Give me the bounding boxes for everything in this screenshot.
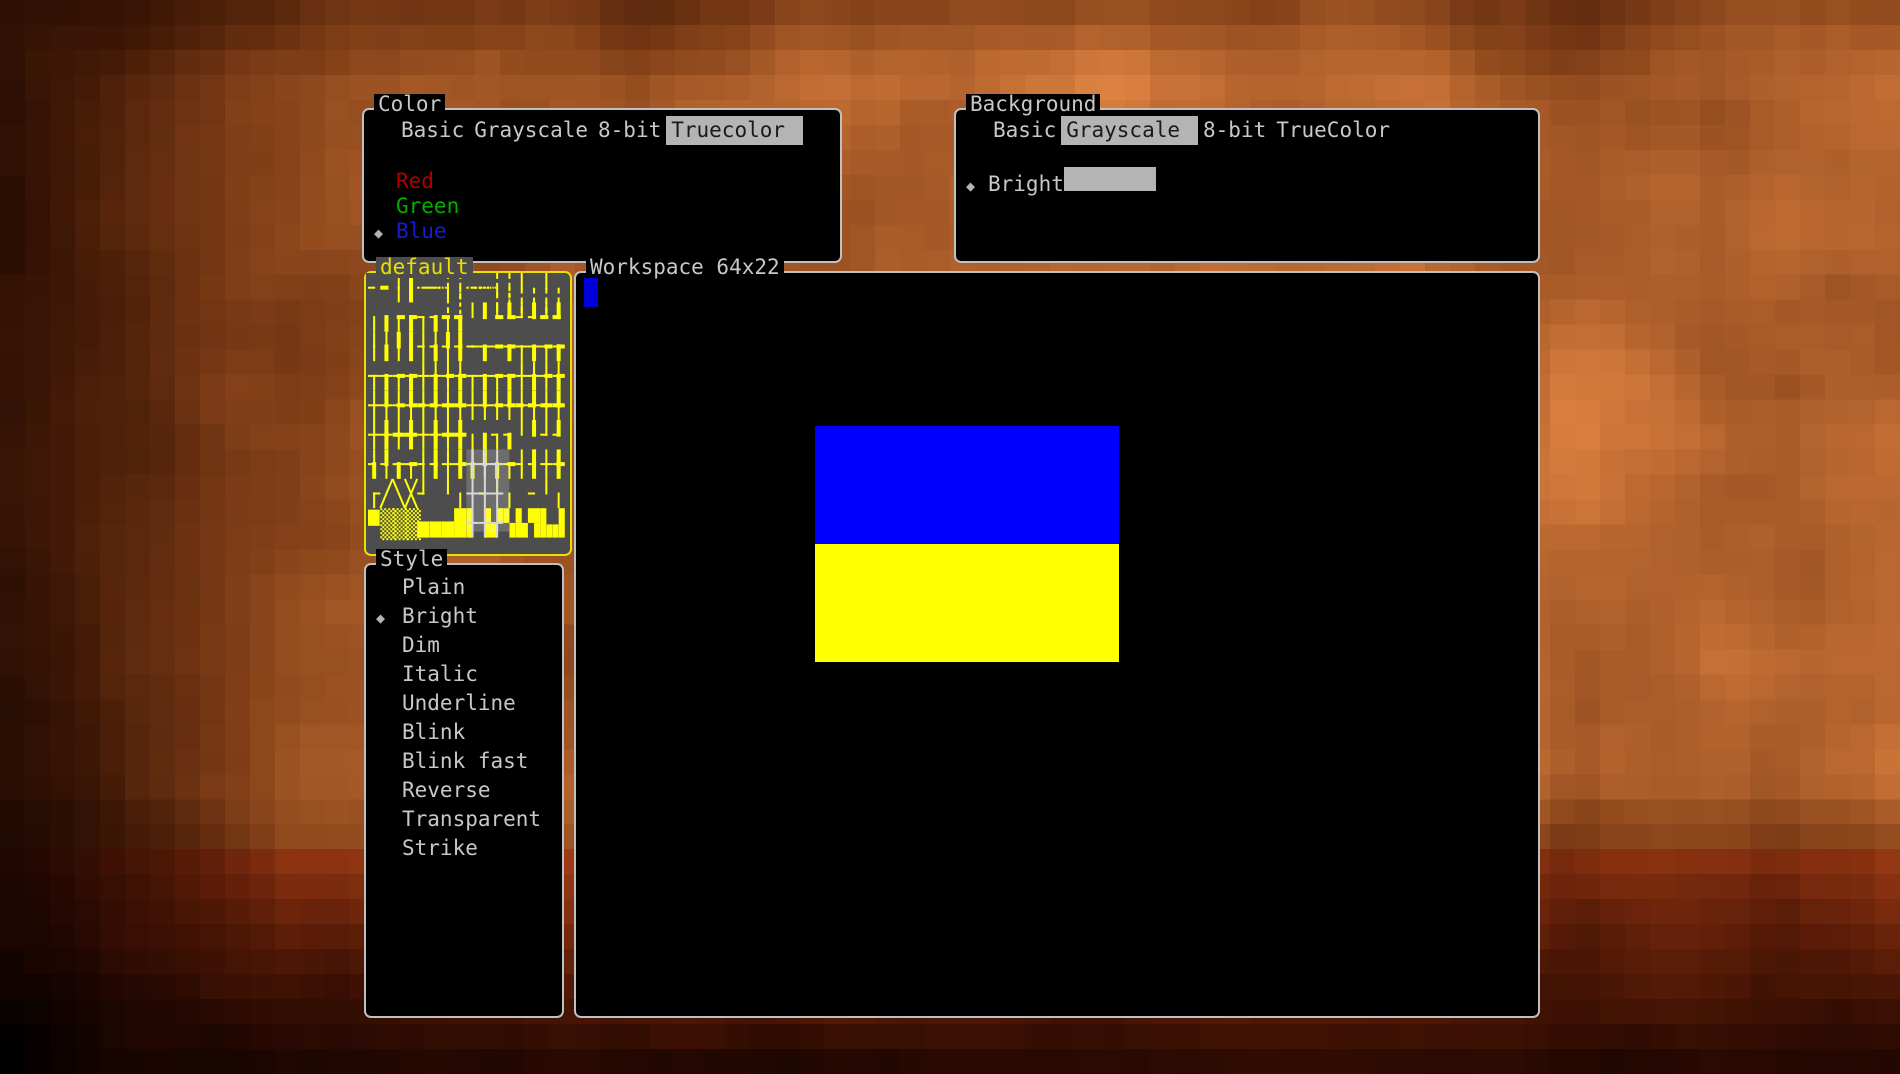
background-color-swatch[interactable] <box>1063 167 1156 191</box>
color-panel-title: Color <box>374 94 446 115</box>
workspace-canvas[interactable] <box>578 275 1536 1014</box>
background-mode-basic[interactable]: Basic <box>988 116 1061 145</box>
style-option-list: Plain ◆ Bright Dim Italic Underline Blink Blink… <box>376 573 552 863</box>
style-option-dim[interactable]: Dim <box>376 631 552 660</box>
color-mode-basic[interactable]: Basic <box>396 116 469 145</box>
tui-application: Color Basic Grayscale 8-bit Truecolor Re… <box>362 94 1540 1018</box>
color-panel: Color Basic Grayscale 8-bit Truecolor Re… <box>362 94 842 263</box>
color-option-green[interactable]: Green <box>374 192 830 218</box>
style-option-transparent[interactable]: Transparent <box>376 805 552 834</box>
style-option-label: Reverse <box>402 778 491 802</box>
style-option-italic[interactable]: Italic <box>376 660 552 689</box>
workspace-text-cursor <box>584 278 598 307</box>
color-mode-8bit[interactable]: 8-bit <box>593 116 666 145</box>
workspace-artwork-ukraine-flag[interactable] <box>815 425 1119 662</box>
workspace-panel[interactable]: Workspace 64x22 <box>574 257 1540 1018</box>
flag-stripe-0 <box>815 425 1119 544</box>
glyph-palette-grid[interactable] <box>366 273 566 549</box>
glyph-palette-panel[interactable]: default <box>364 257 572 556</box>
color-option-red[interactable]: Red <box>374 167 830 193</box>
color-mode-truecolor[interactable]: Truecolor <box>666 116 804 145</box>
style-option-label: Underline <box>402 691 516 715</box>
style-option-plain[interactable]: Plain <box>376 573 552 602</box>
background-mode-truecolor[interactable]: TrueColor <box>1271 116 1395 145</box>
background-option-bright[interactable]: ◆ Bright <box>966 167 1528 196</box>
style-panel-title: Style <box>376 549 448 570</box>
background-mode-selector[interactable]: Basic Grayscale 8-bit TrueColor <box>988 116 1528 145</box>
background-option-list: ◆ Bright <box>966 167 1528 196</box>
radio-selected-diamond-icon: ◆ <box>966 177 976 195</box>
background-mode-grayscale[interactable]: Grayscale <box>1061 116 1199 145</box>
color-option-blue-label: Blue <box>396 219 447 243</box>
flag-stripe-1 <box>815 543 1119 662</box>
background-option-bright-label: Bright <box>988 172 1064 196</box>
style-option-label: Plain <box>402 575 466 599</box>
style-option-bright[interactable]: ◆ Bright <box>376 602 552 631</box>
background-mode-8bit[interactable]: 8-bit <box>1198 116 1271 145</box>
style-option-label: Italic <box>402 662 478 686</box>
glyph-palette-title: default <box>376 257 473 278</box>
style-option-label: Strike <box>402 836 478 860</box>
style-option-label: Transparent <box>402 807 542 831</box>
color-mode-grayscale[interactable]: Grayscale <box>469 116 593 145</box>
color-mode-selector[interactable]: Basic Grayscale 8-bit Truecolor <box>396 116 830 145</box>
style-option-strike[interactable]: Strike <box>376 834 552 863</box>
style-option-label: Blink <box>402 720 466 744</box>
style-option-label: Blink fast <box>402 749 529 773</box>
style-option-blink[interactable]: Blink <box>376 718 552 747</box>
background-panel-title: Background <box>966 94 1101 115</box>
color-option-blue[interactable]: ◆ Blue <box>374 217 830 243</box>
radio-selected-diamond-icon: ◆ <box>376 609 386 627</box>
style-option-blink-fast[interactable]: Blink fast <box>376 747 552 776</box>
style-option-label: Dim <box>402 633 440 657</box>
style-option-reverse[interactable]: Reverse <box>376 776 552 805</box>
background-panel: Background Basic Grayscale 8-bit TrueCol… <box>954 94 1540 263</box>
style-option-label: Bright <box>402 604 478 628</box>
style-panel: Style Plain ◆ Bright Dim Italic Underline Blin… <box>364 549 564 1018</box>
style-option-underline[interactable]: Underline <box>376 689 552 718</box>
color-option-list: Red Green ◆ Blue <box>374 167 830 243</box>
radio-selected-diamond-icon: ◆ <box>374 224 384 242</box>
